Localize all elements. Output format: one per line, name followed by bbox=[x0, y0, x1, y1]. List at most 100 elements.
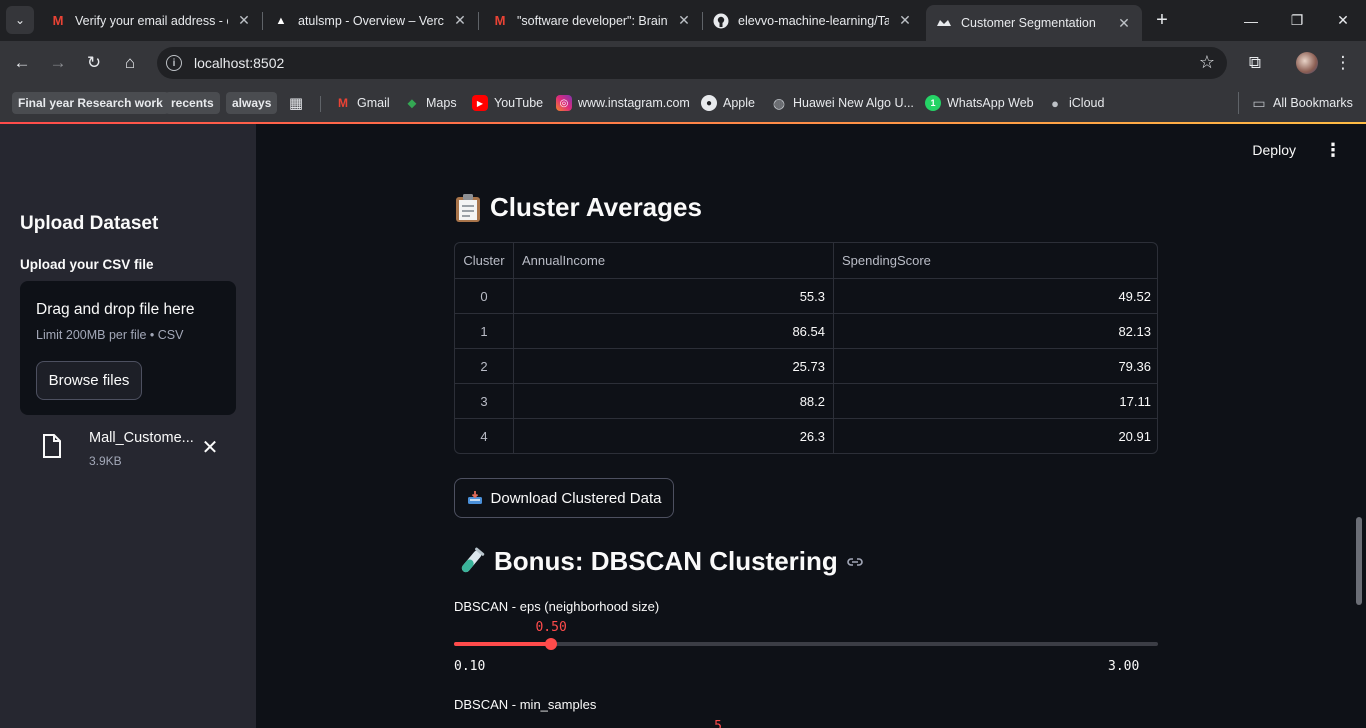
close-tab-icon[interactable]: ✕ bbox=[676, 12, 692, 29]
bookmark-icloud[interactable]: ● iCloud bbox=[1047, 92, 1104, 114]
bookmark-gmail[interactable]: M Gmail bbox=[335, 92, 390, 114]
tab-github[interactable]: elevvo-machine-learning/Tas ✕ bbox=[703, 0, 923, 41]
sidebar: Upload Dataset Upload your CSV file Drag… bbox=[0, 124, 256, 728]
column-header[interactable]: AnnualIncome bbox=[514, 243, 834, 278]
reload-icon[interactable]: ↻ bbox=[80, 49, 108, 77]
eps-slider-thumb[interactable] bbox=[545, 638, 558, 650]
extensions-icon[interactable]: ⧉ bbox=[1241, 49, 1269, 77]
vercel-icon: ▲ bbox=[275, 14, 287, 27]
table-cell[interactable]: 26.3 bbox=[514, 419, 834, 453]
home-icon[interactable]: ⌂ bbox=[116, 49, 144, 77]
main-scrollbar[interactable] bbox=[1356, 517, 1362, 605]
close-tab-icon[interactable]: ✕ bbox=[452, 12, 468, 29]
table-cell[interactable]: 82.13 bbox=[834, 314, 1157, 348]
table-header-row: Cluster AnnualIncome SpendingScore bbox=[455, 243, 1157, 279]
table-cell[interactable]: 49.52 bbox=[834, 279, 1157, 313]
bookmark-label: Apple bbox=[723, 96, 755, 110]
bookmark-label: Gmail bbox=[357, 96, 390, 110]
test-tube-icon bbox=[456, 547, 486, 577]
all-bookmarks[interactable]: ▭ All Bookmarks bbox=[1238, 92, 1353, 114]
tab-title: atulsmp - Overview – Vercel bbox=[298, 13, 444, 28]
close-tab-icon[interactable]: ✕ bbox=[1116, 15, 1132, 31]
min-samples-slider-label: DBSCAN - min_samples bbox=[454, 697, 597, 712]
deploy-button[interactable]: Deploy bbox=[1252, 142, 1296, 158]
apps-grid-icon[interactable]: ▦ bbox=[288, 92, 310, 114]
cluster-averages-heading: Cluster Averages bbox=[454, 192, 702, 223]
row-index: 3 bbox=[455, 384, 514, 418]
main-menu-icon[interactable]: ⋮ bbox=[1324, 140, 1342, 161]
table-cell[interactable]: 55.3 bbox=[514, 279, 834, 313]
back-arrow-icon[interactable]: ← bbox=[8, 49, 36, 77]
minimize-icon[interactable]: — bbox=[1228, 0, 1274, 41]
dropzone-title: Drag and drop file here bbox=[36, 301, 195, 318]
cluster-averages-table[interactable]: Cluster AnnualIncome SpendingScore 0 55.… bbox=[454, 242, 1158, 454]
remove-file-icon[interactable]: ✕ bbox=[200, 437, 220, 459]
column-header[interactable]: SpendingScore bbox=[834, 243, 1157, 278]
download-clustered-data-button[interactable]: Download Clustered Data bbox=[454, 478, 674, 518]
address-url[interactable]: localhost:8502 bbox=[194, 55, 284, 71]
row-index: 4 bbox=[455, 419, 514, 453]
gmail-icon: M bbox=[494, 13, 506, 28]
row-index: 0 bbox=[455, 279, 514, 313]
forward-arrow-icon[interactable]: → bbox=[44, 49, 72, 77]
whatsapp-icon: 1 bbox=[925, 95, 941, 111]
browser-menu-icon[interactable]: ⋮ bbox=[1329, 49, 1357, 77]
bookmark-instagram[interactable]: ◎ www.instagram.com bbox=[556, 92, 690, 114]
globe-icon: ◍ bbox=[772, 94, 786, 111]
eps-slider-value: 0.50 bbox=[535, 620, 567, 635]
bookmark-label: All Bookmarks bbox=[1273, 96, 1353, 110]
dbscan-heading: Bonus: DBSCAN Clustering bbox=[456, 546, 864, 577]
dbscan-title: Bonus: DBSCAN Clustering bbox=[494, 546, 838, 576]
maps-icon: ⬥ bbox=[407, 95, 417, 110]
table-cell[interactable]: 25.73 bbox=[514, 349, 834, 383]
table-cell[interactable]: 79.36 bbox=[834, 349, 1157, 383]
bookmark-maps[interactable]: ⬥ Maps bbox=[404, 92, 457, 114]
tab-title: elevvo-machine-learning/Tas bbox=[738, 13, 889, 28]
table-row: 2 25.73 79.36 bbox=[455, 349, 1157, 384]
column-header[interactable]: Cluster bbox=[455, 243, 514, 278]
anchor-link-icon[interactable] bbox=[846, 553, 864, 571]
close-window-icon[interactable]: ✕ bbox=[1320, 0, 1366, 41]
table-cell[interactable]: 17.11 bbox=[834, 384, 1157, 418]
table-row: 1 86.54 82.13 bbox=[455, 314, 1157, 349]
eps-slider-track[interactable] bbox=[454, 638, 1158, 650]
clipboard-icon bbox=[454, 193, 482, 223]
bookmark-youtube[interactable]: ▶ YouTube bbox=[472, 92, 543, 114]
eps-slider-max: 3.00 bbox=[1108, 659, 1140, 674]
file-dropzone[interactable]: Drag and drop file here Limit 200MB per … bbox=[20, 281, 236, 415]
gmail-icon: M bbox=[52, 13, 64, 28]
download-label: Download Clustered Data bbox=[490, 489, 662, 507]
close-tab-icon[interactable]: ✕ bbox=[236, 12, 252, 29]
bookmark-apple[interactable]: ● Apple bbox=[701, 92, 755, 114]
instagram-icon: ◎ bbox=[556, 95, 572, 111]
new-tab-button[interactable]: + bbox=[1150, 8, 1174, 32]
tab-title: Customer Segmentation bbox=[961, 16, 1096, 30]
browser-tab-strip: ⌄ M Verify your email address - c ✕ ▲ at… bbox=[0, 0, 1366, 41]
dropzone-hint: Limit 200MB per file • CSV bbox=[36, 328, 184, 342]
restore-icon[interactable]: ❐ bbox=[1274, 0, 1320, 41]
tab-customer-segmentation[interactable]: Customer Segmentation ✕ bbox=[926, 5, 1142, 41]
tab-verify-email[interactable]: M Verify your email address - c ✕ bbox=[40, 0, 262, 41]
tab-vercel[interactable]: ▲ atulsmp - Overview – Vercel ✕ bbox=[263, 0, 478, 41]
sidebar-title: Upload Dataset bbox=[20, 213, 159, 234]
site-info-icon[interactable]: i bbox=[166, 55, 182, 71]
table-cell[interactable]: 86.54 bbox=[514, 314, 834, 348]
bookmark-label: recents bbox=[171, 96, 214, 110]
bookmark-folder[interactable]: recents bbox=[165, 92, 220, 114]
gmail-icon: M bbox=[338, 96, 348, 110]
bookmark-huawei[interactable]: ◍ Huawei New Algo U... bbox=[771, 92, 914, 114]
tab-search-button[interactable]: ⌄ bbox=[6, 6, 34, 34]
address-bar[interactable]: i localhost:8502 ☆ bbox=[157, 47, 1227, 79]
main-content: Deploy ⋮ Cluster Averages Cluster Annual… bbox=[256, 124, 1366, 728]
tab-braintrust[interactable]: M "software developer": Brainti ✕ bbox=[482, 0, 702, 41]
bookmark-star-icon[interactable]: ☆ bbox=[1199, 52, 1215, 73]
table-cell[interactable]: 20.91 bbox=[834, 419, 1157, 453]
bookmark-folder[interactable]: always bbox=[226, 92, 278, 114]
browse-files-button[interactable]: Browse files bbox=[36, 361, 142, 400]
profile-avatar[interactable] bbox=[1296, 52, 1318, 74]
table-cell[interactable]: 88.2 bbox=[514, 384, 834, 418]
bookmark-folder[interactable]: Final year Research work bbox=[12, 92, 169, 114]
close-tab-icon[interactable]: ✕ bbox=[897, 12, 913, 29]
bookmark-whatsapp[interactable]: 1 WhatsApp Web bbox=[925, 92, 1034, 114]
tab-title: "software developer": Brainti bbox=[517, 13, 668, 28]
